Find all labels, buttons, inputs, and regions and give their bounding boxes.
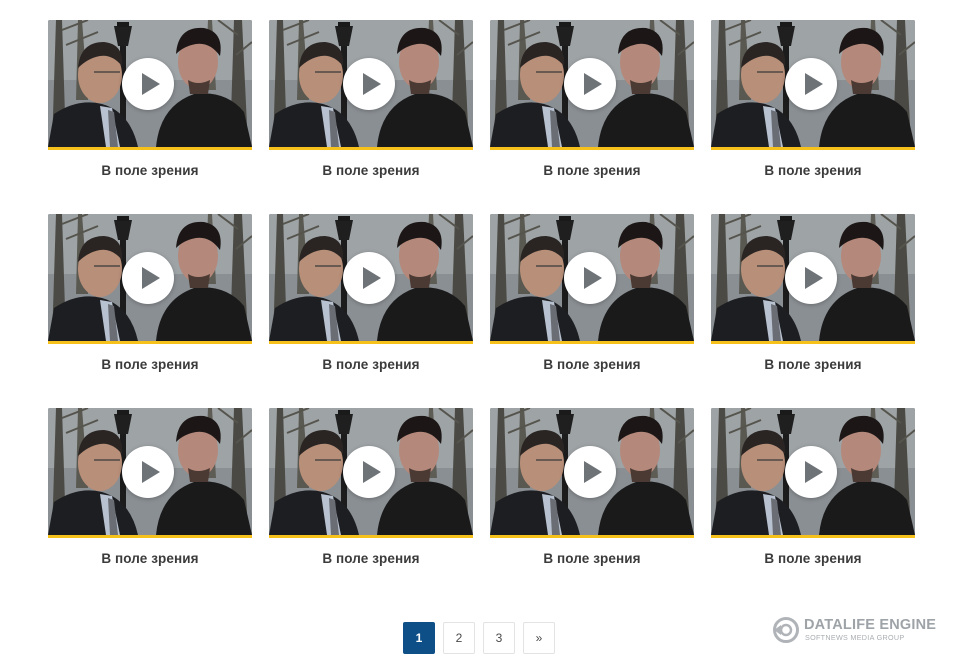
play-icon[interactable] bbox=[785, 252, 837, 304]
video-thumbnail[interactable] bbox=[711, 214, 915, 341]
thumbnail-accent-bar bbox=[48, 341, 252, 344]
play-icon[interactable] bbox=[785, 446, 837, 498]
brand-name: DATALIFE ENGINE bbox=[804, 617, 937, 633]
play-icon[interactable] bbox=[785, 58, 837, 110]
video-thumbnail[interactable] bbox=[711, 20, 915, 147]
video-title[interactable]: В поле зрения bbox=[48, 163, 252, 178]
video-thumbnail[interactable] bbox=[48, 214, 252, 341]
play-icon[interactable] bbox=[122, 58, 174, 110]
video-title[interactable]: В поле зрения bbox=[269, 163, 473, 178]
video-grid: В поле зрения В поле зрения В поле зрения В… bbox=[48, 20, 915, 566]
video-card[interactable]: В поле зрения bbox=[48, 408, 252, 566]
video-thumbnail[interactable] bbox=[490, 214, 694, 341]
video-card[interactable]: В поле зрения bbox=[48, 20, 252, 178]
video-title[interactable]: В поле зрения bbox=[711, 163, 915, 178]
video-thumbnail[interactable] bbox=[711, 408, 915, 535]
video-thumbnail[interactable] bbox=[490, 408, 694, 535]
video-card[interactable]: В поле зрения bbox=[711, 20, 915, 178]
datalife-logo-icon bbox=[773, 617, 799, 643]
video-card[interactable]: В поле зрения bbox=[269, 408, 473, 566]
video-card[interactable]: В поле зрения bbox=[48, 214, 252, 372]
video-title[interactable]: В поле зрения bbox=[490, 357, 694, 372]
thumbnail-accent-bar bbox=[711, 341, 915, 344]
pagination: 1 2 3 » bbox=[403, 622, 555, 654]
video-card[interactable]: В поле зрения bbox=[490, 20, 694, 178]
video-card[interactable]: В поле зрения bbox=[490, 408, 694, 566]
thumbnail-accent-bar bbox=[711, 147, 915, 150]
video-title[interactable]: В поле зрения bbox=[269, 551, 473, 566]
page-2-button[interactable]: 2 bbox=[443, 622, 475, 654]
play-icon[interactable] bbox=[343, 446, 395, 498]
page-3-button[interactable]: 3 bbox=[483, 622, 515, 654]
video-card[interactable]: В поле зрения bbox=[490, 214, 694, 372]
play-icon[interactable] bbox=[564, 58, 616, 110]
thumbnail-accent-bar bbox=[269, 147, 473, 150]
play-icon[interactable] bbox=[122, 446, 174, 498]
video-title[interactable]: В поле зрения bbox=[711, 551, 915, 566]
play-icon[interactable] bbox=[122, 252, 174, 304]
video-title[interactable]: В поле зрения bbox=[490, 551, 694, 566]
video-thumbnail[interactable] bbox=[269, 214, 473, 341]
datalife-engine-brand[interactable]: DATALIFE ENGINE SOFTNEWS MEDIA GROUP bbox=[772, 616, 944, 646]
play-icon[interactable] bbox=[343, 58, 395, 110]
thumbnail-accent-bar bbox=[48, 147, 252, 150]
video-title[interactable]: В поле зрения bbox=[711, 357, 915, 372]
play-icon[interactable] bbox=[564, 252, 616, 304]
thumbnail-accent-bar bbox=[490, 535, 694, 538]
video-card[interactable]: В поле зрения bbox=[269, 214, 473, 372]
thumbnail-accent-bar bbox=[711, 535, 915, 538]
thumbnail-accent-bar bbox=[269, 341, 473, 344]
video-thumbnail[interactable] bbox=[269, 408, 473, 535]
video-thumbnail[interactable] bbox=[48, 20, 252, 147]
video-thumbnail[interactable] bbox=[490, 20, 694, 147]
play-icon[interactable] bbox=[564, 446, 616, 498]
play-icon[interactable] bbox=[343, 252, 395, 304]
video-card[interactable]: В поле зрения bbox=[711, 408, 915, 566]
video-thumbnail[interactable] bbox=[269, 20, 473, 147]
page-1-button[interactable]: 1 bbox=[403, 622, 435, 654]
video-title[interactable]: В поле зрения bbox=[48, 357, 252, 372]
next-page-button[interactable]: » bbox=[523, 622, 555, 654]
thumbnail-accent-bar bbox=[490, 147, 694, 150]
brand-subtitle: SOFTNEWS MEDIA GROUP bbox=[805, 633, 905, 642]
thumbnail-accent-bar bbox=[48, 535, 252, 538]
video-card[interactable]: В поле зрения bbox=[269, 20, 473, 178]
video-title[interactable]: В поле зрения bbox=[490, 163, 694, 178]
video-thumbnail[interactable] bbox=[48, 408, 252, 535]
thumbnail-accent-bar bbox=[490, 341, 694, 344]
thumbnail-accent-bar bbox=[269, 535, 473, 538]
video-card[interactable]: В поле зрения bbox=[711, 214, 915, 372]
video-title[interactable]: В поле зрения bbox=[269, 357, 473, 372]
video-title[interactable]: В поле зрения bbox=[48, 551, 252, 566]
